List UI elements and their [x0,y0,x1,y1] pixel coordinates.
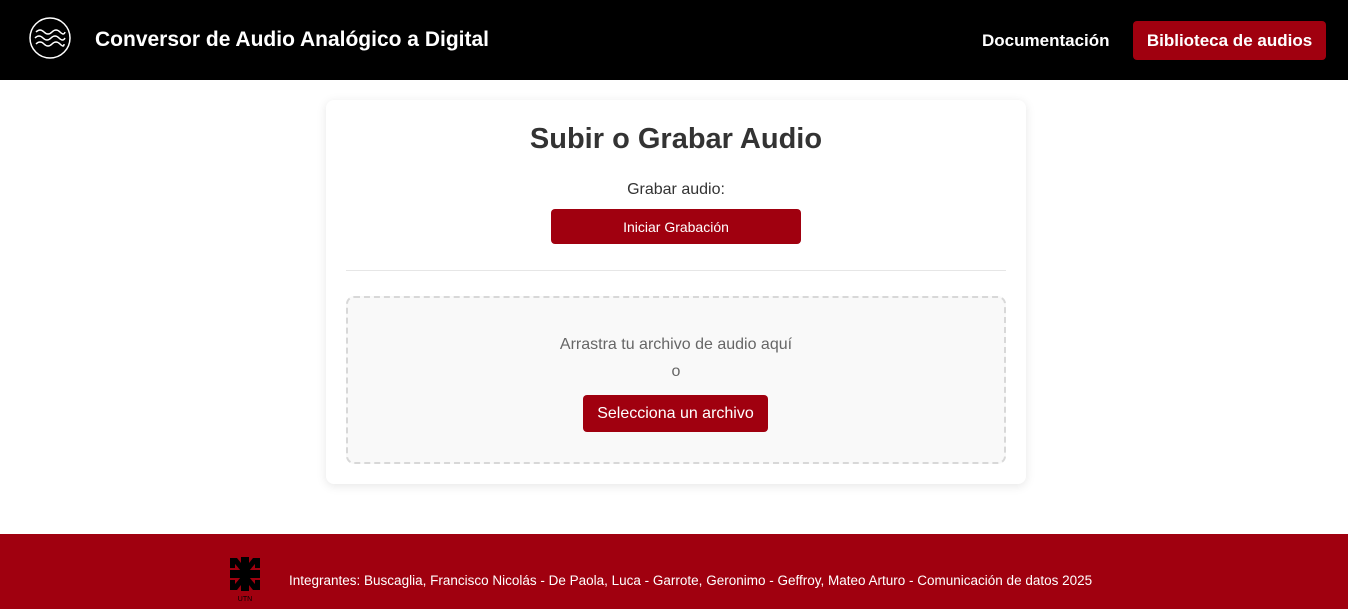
svg-text:UTN: UTN [238,596,252,603]
start-recording-button[interactable]: Iniciar Grabación [551,209,801,244]
record-label: Grabar audio: [627,181,725,198]
nav-documentation-link[interactable]: Documentación [982,31,1110,51]
divider [346,270,1006,271]
app-title: Conversor de Audio Analógico a Digital [95,28,489,51]
upload-record-card: Subir o Grabar Audio Grabar audio: Inici… [326,100,1026,484]
dropzone-or-text: o [671,363,681,380]
dropzone-text: Arrastra tu archivo de audio aquí [559,336,793,353]
utn-logo-icon: UTN [228,557,262,603]
select-file-button[interactable]: Selecciona un archivo [583,395,768,432]
card-title: Subir o Grabar Audio [529,123,823,155]
sound-waves-icon [29,17,71,59]
footer-credits: Integrantes: Buscaglia, Francisco Nicolá… [289,573,1093,588]
footer: UTN Integrantes: Buscaglia, Francisco Ni… [0,534,1348,609]
file-dropzone[interactable]: Arrastra tu archivo de audio aquí o Sele… [346,296,1006,464]
audio-library-button[interactable]: Biblioteca de audios [1133,21,1326,60]
top-navbar: Conversor de Audio Analógico a Digital D… [0,0,1348,80]
